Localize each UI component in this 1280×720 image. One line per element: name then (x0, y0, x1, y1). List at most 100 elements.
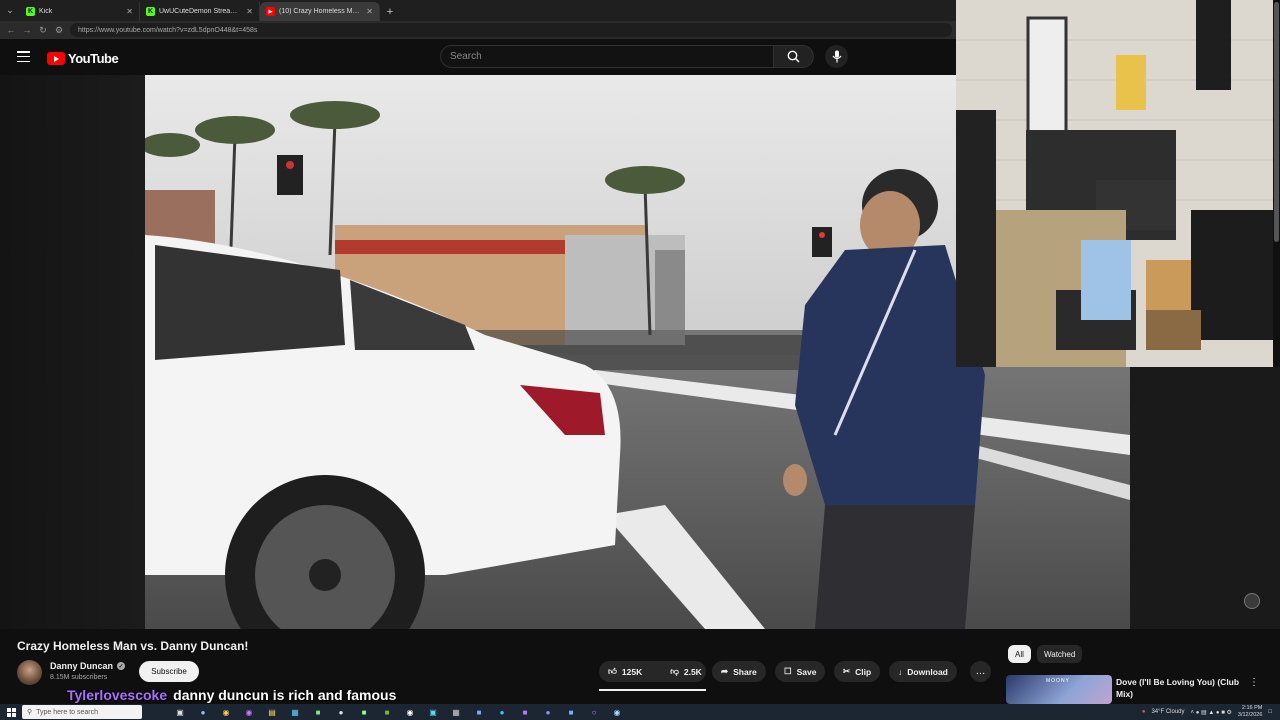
app-icon[interactable]: ▣ (425, 706, 441, 718)
app-icon[interactable]: ▦ (287, 706, 303, 718)
windows-taskbar: ⚲ Type here to search ▣ ● ◉ ◉ ▤ ▦ ■ ● ■ … (0, 704, 1280, 720)
forward-arrow-icon[interactable]: → (22, 25, 32, 35)
channel-name-row[interactable]: Danny Duncan ✓ (50, 661, 126, 671)
kick-favicon-icon: K (146, 7, 155, 16)
app-icon[interactable]: ■ (310, 706, 326, 718)
clip-button[interactable]: ✂ Clip (834, 661, 881, 682)
download-icon: ↓ (898, 666, 903, 677)
verified-check-icon: ✓ (117, 662, 126, 670)
download-button[interactable]: ↓ Download (889, 661, 957, 682)
windows-logo-icon (6, 707, 16, 717)
search-icon: ⚲ (27, 709, 33, 716)
chrome-icon[interactable]: ◉ (218, 706, 234, 718)
subscribe-button[interactable]: Subscribe (139, 661, 199, 682)
search-icon (787, 50, 800, 63)
microphone-icon (832, 50, 841, 63)
tray-icons[interactable]: ˄ ● ▤ ▲ ● ■ ⚙ (1191, 709, 1232, 716)
like-progress-underline (599, 689, 706, 691)
steam-icon[interactable]: ◉ (609, 706, 625, 718)
close-tab-icon[interactable]: ✕ (366, 7, 373, 16)
recommended-video-thumbnail[interactable]: MOONY (1006, 675, 1112, 704)
task-view-icon[interactable]: ▣ (172, 706, 188, 718)
weather-text[interactable]: 34°F Cloudy (1151, 709, 1184, 715)
discord-icon[interactable]: ● (540, 706, 556, 718)
like-count: 125K (621, 666, 643, 677)
scissors-icon: ✂ (843, 666, 851, 676)
streamer-webcam-overlay (956, 0, 1273, 367)
reload-icon[interactable]: ↻ (38, 25, 48, 36)
file-explorer-icon[interactable]: ▤ (264, 706, 280, 718)
site-info-icon[interactable]: ⚙ (54, 25, 64, 36)
system-tray: ● 34°F Cloudy ˄ ● ▤ ▲ ● ■ ⚙ 2:16 PM 3/12… (1142, 704, 1272, 720)
thumbs-down-icon: 👎︎ (670, 666, 679, 676)
share-button[interactable]: ➦ Share (712, 661, 766, 682)
channel-avatar[interactable] (17, 660, 42, 685)
app-icon[interactable]: ■ (517, 706, 533, 718)
search-button[interactable] (774, 45, 814, 68)
thumbnail-text: MOONY (1046, 678, 1070, 684)
app-icon[interactable]: ■ (471, 706, 487, 718)
bookmark-icon: ☐ (784, 666, 792, 676)
youtube-header: YouTube Search (0, 39, 956, 75)
more-actions-button[interactable]: … (970, 661, 991, 682)
app-icon[interactable]: ○ (586, 706, 602, 718)
tab-search-icon[interactable]: ⌄ (0, 0, 20, 21)
webcam-room-image (956, 0, 1273, 367)
youtube-favicon-icon: ▶ (266, 7, 275, 16)
edge-icon[interactable]: ● (494, 706, 510, 718)
save-label: Save (796, 666, 817, 677)
video-info-section: Crazy Homeless Man vs. Danny Duncan! Dan… (0, 629, 1280, 704)
back-arrow-icon[interactable]: ← (6, 25, 16, 35)
voice-search-button[interactable] (825, 45, 848, 68)
download-label: Download (907, 666, 948, 677)
windows-start-button[interactable] (0, 704, 22, 720)
share-label: Share (733, 666, 757, 677)
tab-title: Kick (39, 8, 53, 15)
youtube-play-icon (47, 52, 65, 65)
app-icon[interactable]: ■ (356, 706, 372, 718)
tab-youtube-video[interactable]: ▶ (10) Crazy Homeless Man vs. ✕ (260, 2, 380, 21)
url-field[interactable]: https://www.youtube.com/watch?v=zdL5dpnO… (70, 23, 952, 37)
notification-icon[interactable]: □ (1268, 709, 1272, 715)
taskbar-search-input[interactable]: ⚲ Type here to search (22, 705, 142, 719)
save-button[interactable]: ☐ Save (775, 661, 826, 682)
nvidia-icon[interactable]: ■ (379, 706, 395, 718)
app-icon[interactable]: ● (195, 706, 211, 718)
like-button[interactable]: 👍︎ 125K (599, 661, 651, 682)
close-tab-icon[interactable]: ✕ (126, 7, 133, 16)
player-watermark-icon[interactable] (1244, 593, 1260, 609)
new-tab-button[interactable]: + (380, 2, 400, 21)
search-input[interactable]: Search (440, 45, 774, 68)
recommended-video-title[interactable]: Dove (I'll Be Loving You) (Club Mix) (1116, 676, 1246, 700)
tab-kick[interactable]: K Kick ✕ (20, 2, 140, 21)
chat-message: danny duncun is rich and famous (173, 687, 397, 703)
taskbar-app-icons: ▣ ● ◉ ◉ ▤ ▦ ■ ● ■ ■ ◉ ▣ ▦ ■ ● ■ ● ■ ○ ◉ (172, 706, 625, 718)
clock-time: 2:16 PM (1241, 705, 1263, 711)
dislike-button[interactable]: 👎︎ 2.5K (661, 661, 711, 682)
app-icon[interactable]: ◉ (402, 706, 418, 718)
app-icon[interactable]: ■ (563, 706, 579, 718)
menu-icon[interactable] (17, 51, 30, 62)
app-icon[interactable]: ▦ (448, 706, 464, 718)
channel-name[interactable]: Danny Duncan (50, 661, 113, 671)
recommended-more-icon[interactable]: ⋮ (1249, 677, 1259, 688)
player-side-area (1130, 367, 1280, 629)
stream-chat-overlay: Tylerlovescoke danny duncun is rich and f… (67, 687, 396, 703)
app-icon[interactable]: ● (333, 706, 349, 718)
chip-watched[interactable]: Watched (1037, 645, 1083, 663)
scrollbar-thumb[interactable] (1274, 2, 1279, 242)
video-title: Crazy Homeless Man vs. Danny Duncan! (17, 639, 249, 653)
chip-all[interactable]: All (1008, 645, 1031, 663)
page-scrollbar[interactable] (1273, 0, 1280, 367)
thumbs-up-icon: 👍︎ (608, 666, 617, 676)
app-icon[interactable]: ◉ (241, 706, 257, 718)
clock[interactable]: 2:16 PM 3/12/2026 (1238, 705, 1262, 719)
kick-favicon-icon: K (26, 7, 35, 16)
tab-uwucutedemon-stream[interactable]: K UwUCuteDemon Stream - Watch L ✕ (140, 2, 260, 21)
player-letterbox (0, 75, 145, 629)
subscriber-count: 8.15M subscribers (50, 674, 108, 681)
ellipsis-icon: … (975, 666, 986, 677)
weather-icon[interactable]: ● (1142, 709, 1146, 715)
youtube-logo[interactable]: YouTube (47, 51, 119, 66)
close-tab-icon[interactable]: ✕ (246, 7, 253, 16)
